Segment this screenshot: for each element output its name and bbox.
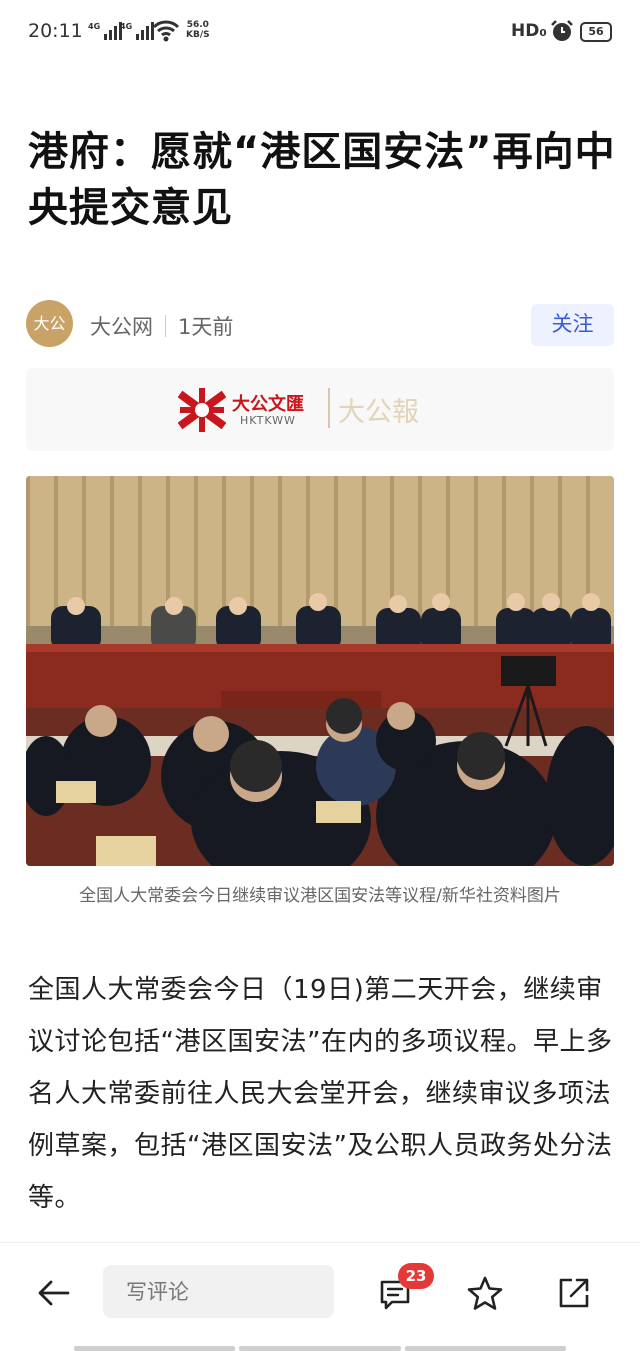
comment-input[interactable] (103, 1265, 334, 1318)
article-photo[interactable] (26, 476, 614, 866)
signal-icon: 4G (88, 22, 123, 40)
status-time: 20:11 (28, 20, 83, 42)
author-info: 大公网 1天前 (90, 311, 233, 341)
home-indicator (74, 1346, 566, 1351)
signal-icon: 4G (120, 22, 155, 40)
star-icon[interactable] (466, 1275, 504, 1313)
logo-icon (178, 388, 226, 432)
logo-subtext: HKTKWW (240, 414, 296, 427)
battery-icon: 56 (580, 22, 612, 42)
alarm-icon (551, 20, 573, 41)
network-speed: 56.0 KB/S (186, 20, 210, 40)
article-title: 港府：愿就“港区国安法”再向中央提交意见 (28, 129, 616, 231)
share-icon[interactable] (556, 1275, 592, 1311)
hd-indicator: HD₀ (511, 21, 547, 41)
wifi-icon (153, 20, 179, 42)
logo-text: 大公文匯 (232, 394, 304, 415)
comment-count-badge: 23 (398, 1263, 434, 1289)
logo-divider (328, 388, 330, 428)
logo-ghost-text: 大公報 (338, 397, 419, 428)
author-name[interactable]: 大公网 (90, 311, 153, 341)
publish-time: 1天前 (178, 315, 234, 339)
status-bar: 20:11 4G 4G 56.0 KB/S HD₀ 56 (0, 0, 640, 64)
avatar[interactable]: 大公 (26, 300, 73, 347)
bottom-action-bar: 23 (0, 1243, 640, 1351)
back-arrow-icon[interactable] (36, 1275, 72, 1311)
source-logo-banner: 大公文匯 HKTKWW 大公報 (26, 368, 614, 451)
follow-button[interactable]: 关注 (531, 304, 614, 346)
article-body: 全国人大常委会今日（19日)第二天开会，继续审议讨论包括“港区国安法”在内的多项… (28, 975, 613, 1213)
divider (165, 315, 166, 337)
photo-caption: 全国人大常委会今日继续审议港区国安法等议程/新华社资料图片 (79, 886, 561, 906)
